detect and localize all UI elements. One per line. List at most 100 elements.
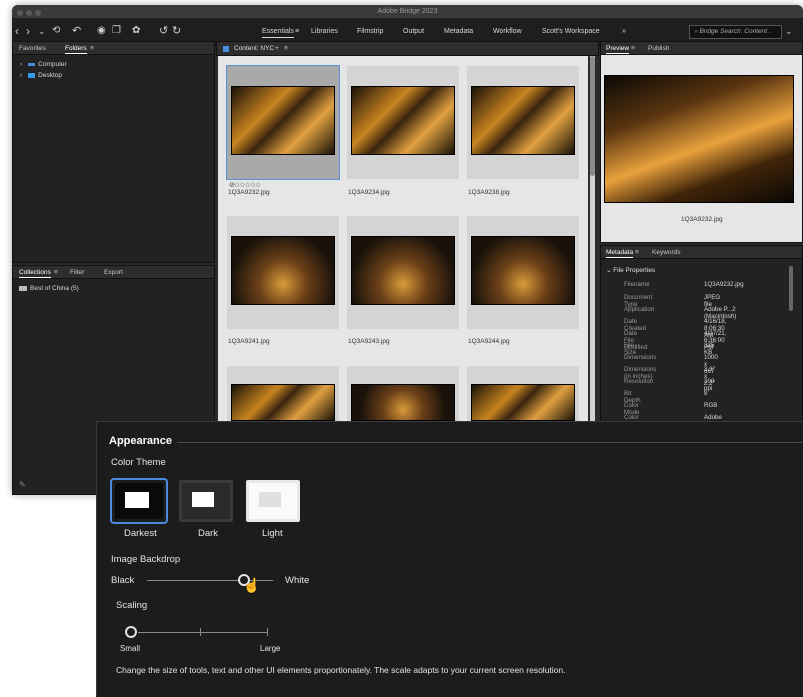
tab-favorites[interactable]: Favorites (19, 45, 46, 52)
refine-icon[interactable]: ✿ (132, 25, 140, 36)
scaling-label: Scaling (116, 600, 148, 611)
tab-filter[interactable]: Filter (70, 269, 84, 276)
thumbnail[interactable] (347, 216, 459, 329)
theme-darkest-label: Darkest (124, 528, 157, 539)
panel-menu-icon[interactable]: ≡ (284, 45, 288, 52)
rating-stars[interactable]: ⊘☆☆☆☆☆ (229, 181, 261, 189)
theme-darkest[interactable] (110, 478, 168, 524)
preview-filename: 1Q3A9232.jpg (681, 216, 723, 223)
metadata-scrollbar[interactable] (789, 266, 793, 311)
scaling-tick (200, 628, 201, 636)
photo-thumbnail (351, 86, 455, 155)
photo-thumbnail (231, 86, 335, 155)
color-theme-label: Color Theme (111, 457, 166, 468)
dialog-title: Appearance (109, 435, 172, 447)
theme-preview (249, 483, 297, 519)
photo-thumbnail (471, 86, 575, 155)
tab-folders[interactable]: Folders (65, 45, 87, 54)
boomerang-icon[interactable]: ↶ (72, 24, 81, 37)
theme-preview (115, 483, 163, 519)
panel-menu-icon[interactable]: ≡ (635, 249, 639, 256)
panel-menu-icon[interactable]: ≡ (631, 45, 635, 52)
chevron-right-icon[interactable]: › (20, 72, 22, 79)
tab-collections[interactable]: Collections (19, 269, 51, 278)
pencil-icon[interactable]: ✎ (19, 480, 26, 489)
rotate-left-icon[interactable]: ↺ (159, 24, 168, 37)
scaling-slider-track[interactable] (138, 632, 268, 633)
photo-thumbnail (351, 384, 455, 421)
divider (177, 442, 802, 443)
thumbnail[interactable] (467, 216, 579, 329)
thumbnail[interactable] (467, 366, 579, 421)
photo-thumbnail (231, 236, 335, 305)
workspace-metadata[interactable]: Metadata (444, 28, 473, 35)
metadata-panel-tabs: Metadata ≡ Keywords (601, 246, 802, 259)
history-icon[interactable]: ⟲ (52, 25, 60, 36)
content-scrollbar[interactable] (590, 56, 595, 421)
scaling-help-text: Change the size of tools, text and other… (116, 665, 566, 675)
content-icon (223, 46, 229, 52)
theme-light-label: Light (262, 528, 283, 539)
panel-menu-icon[interactable]: ≡ (90, 45, 94, 52)
content-path: Content: NYC (234, 45, 275, 52)
theme-dark-label: Dark (198, 528, 219, 539)
photo-thumbnail (351, 236, 455, 305)
tree-item-desktop[interactable]: › Desktop (20, 72, 62, 79)
theme-light[interactable] (246, 480, 300, 522)
search-placeholder: Bridge Search: Content . (699, 28, 771, 35)
tab-publish[interactable]: Publish (648, 45, 669, 52)
thumbnail[interactable] (227, 366, 339, 421)
folders-panel: Favorites Folders ≡ › Computer › Desktop (12, 41, 215, 263)
add-tab-button[interactable]: + (275, 45, 279, 52)
appearance-dialog: Appearance Color Theme Darkest Dark Ligh… (96, 421, 803, 697)
scaling-max-label: Large (260, 644, 281, 653)
thumbnail-filename: 1Q3A9238.jpg (468, 189, 510, 196)
thumbnail[interactable] (227, 216, 339, 329)
search-input[interactable]: ⌕ Bridge Search: Content . (689, 25, 782, 39)
back-icon[interactable]: ‹ (15, 24, 19, 38)
thumbnail-filename: 1Q3A9234.jpg (348, 189, 390, 196)
tab-export[interactable]: Export (104, 269, 123, 276)
photo-thumbnail (471, 236, 575, 305)
tab-keywords[interactable]: Keywords (652, 249, 681, 256)
workspace-filmstrip[interactable]: Filmstrip (357, 28, 383, 35)
rotate-right-icon[interactable]: ↻ (172, 24, 181, 37)
panel-menu-icon[interactable]: ≡ (54, 269, 58, 276)
preview-image (604, 75, 794, 203)
window-title: Adobe Bridge 2023 (377, 8, 438, 15)
workspace-libraries[interactable]: Libraries (311, 28, 338, 35)
tree-item-computer[interactable]: › Computer (20, 61, 67, 68)
section-file-properties[interactable]: ⌄ File Properties (606, 266, 655, 274)
tab-metadata[interactable]: Metadata (606, 249, 634, 258)
scaling-slider-knob[interactable] (125, 626, 137, 638)
content-grid: ⊘☆☆☆☆☆ 1Q3A9232.jpg 1Q3A9234.jpg 1Q3A923… (218, 56, 588, 421)
workspace-menu-icon[interactable]: ≡ (295, 28, 299, 35)
folder-icon (28, 72, 36, 78)
photo-thumbnail (231, 384, 335, 421)
scaling-min-label: Small (120, 644, 141, 653)
thumbnail[interactable] (226, 65, 340, 180)
search-dropdown-icon[interactable]: ⌄ (785, 26, 793, 37)
workspace-workflow[interactable]: Workflow (493, 28, 522, 35)
chevron-down-icon[interactable]: ⌄ (38, 26, 46, 37)
collection-icon (19, 285, 27, 291)
workspace-output[interactable]: Output (403, 28, 424, 35)
forward-icon[interactable]: › (26, 24, 30, 38)
workspace-scotts[interactable]: Scott's Workspace (542, 28, 600, 35)
copy-icon[interactable]: ❐ (112, 25, 121, 36)
collection-item[interactable]: Best of China (5) (19, 285, 79, 292)
thumbnail[interactable] (347, 66, 459, 179)
thumbnail[interactable] (467, 66, 579, 179)
scaling-tick (267, 628, 268, 636)
theme-dark[interactable] (179, 480, 233, 522)
thumbnail[interactable] (347, 366, 459, 421)
chevron-right-icon[interactable]: › (20, 61, 22, 68)
workspace-essentials[interactable]: Essentials (262, 28, 294, 38)
preview-panel-tabs: Preview ≡ Publish (601, 42, 802, 55)
more-workspaces-icon[interactable]: » (622, 28, 626, 35)
theme-preview (182, 483, 230, 519)
thumbnail-filename: 1Q3A9244.jpg (468, 338, 510, 345)
camera-icon[interactable]: ◉ (97, 25, 106, 36)
tab-preview[interactable]: Preview (606, 45, 630, 54)
scrollbar-thumb[interactable] (590, 56, 595, 176)
